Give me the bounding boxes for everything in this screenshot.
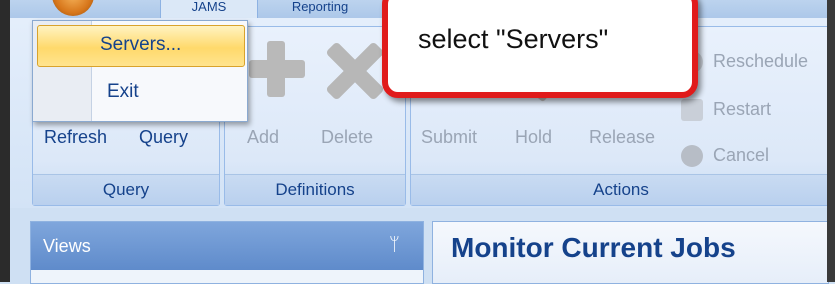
delete-icon xyxy=(325,41,385,101)
definitions-group: Add Delete Definitions xyxy=(224,26,406,206)
restart-label: Restart xyxy=(713,99,772,119)
menu-item-servers[interactable]: Servers... xyxy=(37,25,245,67)
query-button[interactable]: Query xyxy=(139,127,188,148)
actions-group-label: Actions xyxy=(411,174,831,205)
menu-item-servers-label: Servers... xyxy=(100,34,182,55)
query-group-label: Query xyxy=(33,174,219,205)
cancel-label: Cancel xyxy=(713,145,770,165)
refresh-button[interactable]: Refresh xyxy=(44,127,107,148)
views-title: Views xyxy=(43,236,91,256)
instruction-callout: select "Servers" xyxy=(382,0,698,98)
add-icon xyxy=(249,41,305,97)
menu-item-exit[interactable]: Exit xyxy=(107,81,139,103)
delete-button[interactable]: Delete xyxy=(321,127,373,148)
definitions-group-label: Definitions xyxy=(225,174,405,205)
window-frame-right xyxy=(827,0,835,282)
application-menu: Servers... Exit xyxy=(32,20,248,122)
views-pane-header: Views ᛘ xyxy=(31,222,423,270)
window-frame-left xyxy=(0,0,10,282)
release-button[interactable]: Release xyxy=(589,127,655,148)
monitor-pane: Monitor Current Jobs xyxy=(432,221,829,284)
pin-icon[interactable]: ᛘ xyxy=(389,234,400,255)
callout-text: select "Servers" xyxy=(418,24,609,54)
cancel-icon xyxy=(681,145,703,167)
page-title: Monitor Current Jobs xyxy=(451,232,736,263)
tab-reporting[interactable]: Reporting xyxy=(260,0,380,18)
tab-jams[interactable]: JAMS xyxy=(160,0,258,19)
submit-button[interactable]: Submit xyxy=(421,127,477,148)
restart-icon xyxy=(681,99,703,121)
add-button[interactable]: Add xyxy=(247,127,279,148)
hold-button[interactable]: Hold xyxy=(515,127,552,148)
views-pane: Views ᛘ xyxy=(30,221,424,284)
reschedule-label: Reschedule xyxy=(713,51,809,71)
